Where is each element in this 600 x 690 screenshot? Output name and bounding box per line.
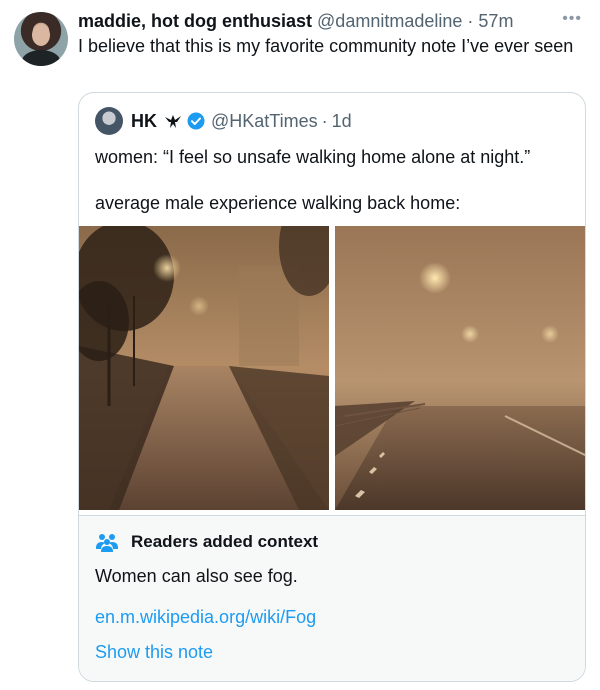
show-this-note-link[interactable]: Show this note bbox=[95, 642, 213, 663]
tweet-text: I believe that this is my favorite commu… bbox=[78, 36, 574, 56]
header-separator: · bbox=[467, 11, 474, 31]
foggy-sidewalk-photo[interactable] bbox=[79, 226, 329, 510]
community-note: Readers added context Women can also see… bbox=[79, 515, 585, 681]
quoted-tweet-text-line2: average male experience walking back hom… bbox=[95, 193, 461, 213]
community-note-title: Readers added context bbox=[95, 532, 318, 552]
community-note-title-text: Readers added context bbox=[131, 532, 319, 551]
quoted-tweet-header: HK @HKatTimes · 1d bbox=[95, 107, 352, 135]
quoted-author-display-name[interactable]: HK bbox=[131, 111, 157, 132]
tweet-header: maddie, hot dog enthusiast @damnitmadeli… bbox=[78, 10, 513, 32]
author-avatar[interactable] bbox=[14, 12, 68, 66]
eagle-icon bbox=[165, 115, 181, 128]
community-note-body: Women can also see fog. bbox=[95, 566, 298, 586]
foggy-road-photo[interactable] bbox=[335, 226, 586, 510]
tweet: maddie, hot dog enthusiast @damnitmadeli… bbox=[0, 0, 600, 690]
community-note-source-link[interactable]: en.m.wikipedia.org/wiki/Fog bbox=[95, 607, 316, 628]
quoted-author-handle[interactable]: @HKatTimes bbox=[211, 111, 318, 132]
quoted-tweet-media bbox=[79, 226, 586, 510]
tweet-timestamp[interactable]: 57m bbox=[478, 11, 513, 31]
quoted-tweet-text-line1: women: “I feel so unsafe walking home al… bbox=[95, 147, 531, 167]
more-icon[interactable]: ••• bbox=[562, 10, 582, 28]
people-icon bbox=[96, 534, 118, 552]
quoted-tweet[interactable]: HK @HKatTimes · 1d women: “I feel so uns… bbox=[78, 92, 586, 682]
quoted-author-avatar[interactable] bbox=[95, 107, 123, 135]
author-display-name[interactable]: maddie, hot dog enthusiast bbox=[78, 11, 312, 31]
quoted-header-separator: · bbox=[321, 110, 328, 131]
verified-badge-icon bbox=[187, 112, 205, 130]
quoted-tweet-timestamp[interactable]: 1d bbox=[332, 111, 352, 132]
author-handle[interactable]: @damnitmadeline bbox=[317, 11, 462, 31]
